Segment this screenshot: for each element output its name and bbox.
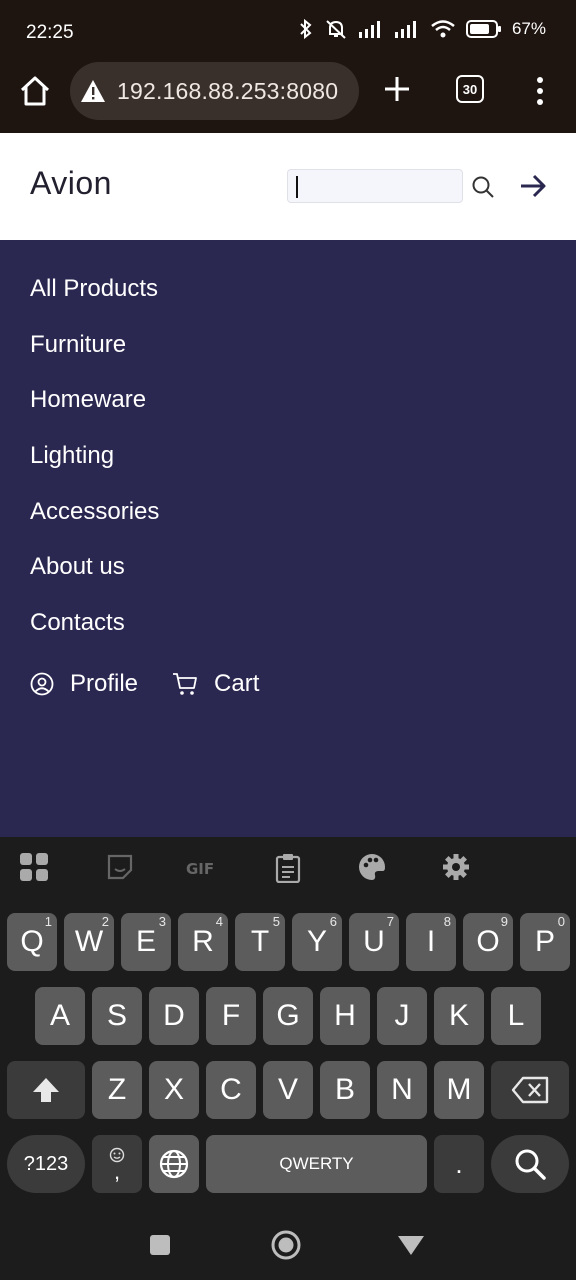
key-l[interactable]: L <box>491 987 541 1045</box>
text-cursor <box>296 176 298 198</box>
signal-icon-2 <box>394 21 416 38</box>
palette-icon[interactable] <box>358 853 386 881</box>
key-g[interactable]: G <box>263 987 313 1045</box>
cart-icon <box>173 673 197 695</box>
comma-label: , <box>113 1159 121 1184</box>
warning-icon[interactable] <box>80 79 106 103</box>
cart-label: Cart <box>214 670 260 697</box>
period-key[interactable]: . <box>434 1135 484 1193</box>
shift-arrow-icon <box>33 1078 59 1102</box>
menu-item-furniture[interactable]: Furniture <box>30 329 159 385</box>
key-x[interactable]: X <box>149 1061 199 1119</box>
search-icon[interactable] <box>471 175 495 199</box>
search-icon <box>515 1149 546 1180</box>
key-h[interactable]: H <box>320 987 370 1045</box>
menu-item-lighting[interactable]: Lighting <box>30 440 159 496</box>
key-e[interactable]: E3 <box>121 913 171 971</box>
signal-icon <box>358 21 380 38</box>
key-r[interactable]: R4 <box>178 913 228 971</box>
menu-item-all-products[interactable]: All Products <box>30 273 159 329</box>
key-s[interactable]: S <box>92 987 142 1045</box>
url-text[interactable]: 192.168.88.253:8080 <box>117 78 338 105</box>
key-j[interactable]: J <box>377 987 427 1045</box>
soft-keyboard: GIF Q1 W2 E3 R4 T5 Y6 U7 I8 O9 P0 A S D … <box>0 837 576 1210</box>
key-v[interactable]: V <box>263 1061 313 1119</box>
svg-text:GIF: GIF <box>186 860 214 877</box>
profile-label: Profile <box>70 670 139 697</box>
cart-link[interactable]: Cart <box>172 670 259 698</box>
key-f[interactable]: F <box>206 987 256 1045</box>
key-c[interactable]: C <box>206 1061 256 1119</box>
status-bar: 22:25 67% <box>0 0 576 60</box>
menu-item-about-us[interactable]: About us <box>30 551 159 607</box>
site-logo[interactable]: Avion <box>30 165 112 202</box>
space-key[interactable]: QWERTY <box>206 1135 427 1193</box>
profile-link[interactable]: Profile <box>30 670 138 698</box>
key-p[interactable]: P0 <box>520 913 570 971</box>
recents-icon[interactable] <box>149 1234 171 1256</box>
battery-percent: 67% <box>511 19 546 38</box>
key-y[interactable]: Y6 <box>292 913 342 971</box>
key-d[interactable]: D <box>149 987 199 1045</box>
key-n[interactable]: N <box>377 1061 427 1119</box>
search-action-key[interactable] <box>491 1135 569 1193</box>
key-a[interactable]: A <box>35 987 85 1045</box>
home-icon[interactable] <box>18 74 52 108</box>
key-o[interactable]: O9 <box>463 913 513 971</box>
mute-bell-icon <box>326 20 346 39</box>
menu-item-homeware[interactable]: Homeware <box>30 384 159 440</box>
language-key[interactable] <box>149 1135 199 1193</box>
keyboard-toolbar: GIF <box>0 837 576 899</box>
nav-menu-list: All Products Furniture Homeware Lighting… <box>30 273 159 663</box>
key-t[interactable]: T5 <box>235 913 285 971</box>
emoji-comma-key[interactable]: , <box>92 1135 142 1193</box>
kebab-menu-icon[interactable] <box>534 76 546 106</box>
gif-icon[interactable]: GIF <box>186 859 220 877</box>
tab-count: 30 <box>462 81 478 97</box>
bluetooth-icon <box>300 18 312 40</box>
shift-key[interactable] <box>7 1061 85 1119</box>
clipboard-icon[interactable] <box>275 853 301 883</box>
back-icon[interactable] <box>397 1234 425 1256</box>
battery-icon <box>465 20 501 38</box>
key-w[interactable]: W2 <box>64 913 114 971</box>
system-nav-bar <box>0 1210 576 1280</box>
menu-item-accessories[interactable]: Accessories <box>30 496 159 552</box>
backspace-icon <box>511 1076 549 1104</box>
wifi-icon <box>431 20 455 38</box>
symbols-key[interactable]: ?123 <box>7 1135 85 1193</box>
browser-toolbar: 192.168.88.253:8080 30 <box>0 60 576 133</box>
key-z[interactable]: Z <box>92 1061 142 1119</box>
status-icons: 67% <box>298 18 546 40</box>
home-button-icon[interactable] <box>270 1229 302 1261</box>
arrow-right-icon[interactable] <box>519 173 547 199</box>
address-bar[interactable]: 192.168.88.253:8080 <box>70 62 359 120</box>
apps-grid-icon[interactable] <box>20 853 48 881</box>
key-b[interactable]: B <box>320 1061 370 1119</box>
key-q[interactable]: Q1 <box>7 913 57 971</box>
key-k[interactable]: K <box>434 987 484 1045</box>
plus-icon[interactable] <box>382 74 412 104</box>
key-i[interactable]: I8 <box>406 913 456 971</box>
key-u[interactable]: U7 <box>349 913 399 971</box>
globe-icon <box>159 1149 189 1179</box>
search-input[interactable] <box>287 169 463 203</box>
site-header: Avion <box>0 133 576 240</box>
menu-item-contacts[interactable]: Contacts <box>30 607 159 663</box>
tabs-button[interactable]: 30 <box>456 75 484 103</box>
gear-icon[interactable] <box>442 853 470 881</box>
user-circle-icon <box>30 672 54 696</box>
status-time: 22:25 <box>26 22 74 43</box>
backspace-key[interactable] <box>491 1061 569 1119</box>
nav-menu-panel: All Products Furniture Homeware Lighting… <box>0 240 576 837</box>
key-m[interactable]: M <box>434 1061 484 1119</box>
sticker-icon[interactable] <box>106 853 134 881</box>
account-links: Profile Cart <box>30 670 293 698</box>
